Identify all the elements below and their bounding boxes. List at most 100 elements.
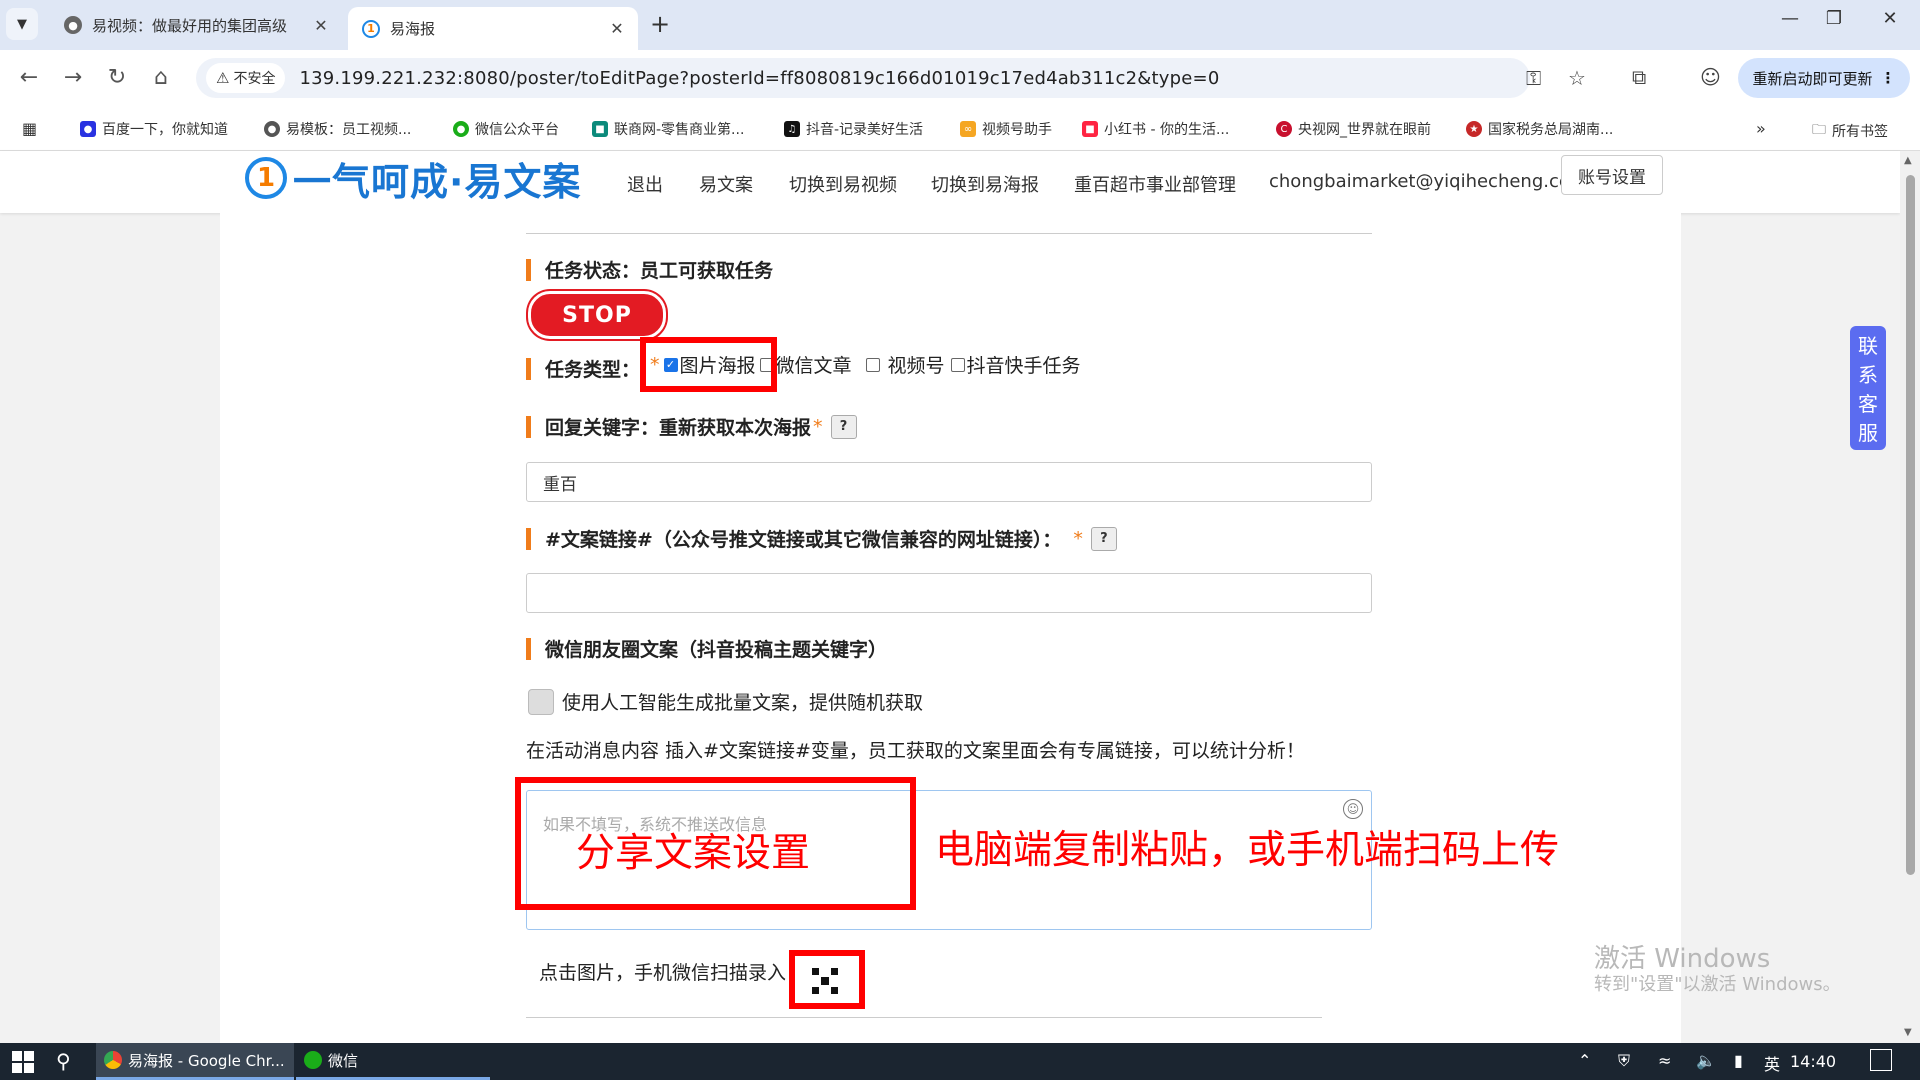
scroll-up-icon[interactable]: ▲ <box>1904 155 1912 166</box>
ai-generate-toggle[interactable] <box>528 688 554 715</box>
bookmark-label: 易模板：员工视频... <box>286 122 412 138</box>
bookmark-label: 视频号助手 <box>982 122 1052 138</box>
help-question-icon[interactable]: ? <box>830 414 857 439</box>
bookmark-label: 抖音-记录美好生活 <box>806 122 924 138</box>
chrome-icon <box>104 1051 122 1069</box>
copy-link-label: #文案链接#（公众号推文链接或其它微信兼容的网址链接）： * ? <box>526 525 1117 552</box>
contact-char: 系 <box>1858 363 1878 387</box>
windows-start-icon[interactable] <box>12 1051 34 1073</box>
taskbar-wechat[interactable]: 微信 <box>296 1043 490 1080</box>
notification-icon[interactable] <box>1870 1049 1892 1071</box>
nav-yiwenan[interactable]: 易文案 <box>699 171 753 197</box>
bookmark-douyin[interactable]: ♫ 抖音-记录美好生活 <box>784 119 923 139</box>
extensions-puzzle-icon[interactable]: ⧉ <box>1632 65 1646 89</box>
window-close-icon[interactable]: ✕ <box>1870 8 1910 29</box>
site-logo[interactable]: 1 一气呵成·易文案 <box>245 153 581 204</box>
option-label[interactable]: 微信文章 <box>776 351 852 378</box>
address-bar[interactable]: ⚠ 不安全 139.199.221.232:8080/poster/toEdit… <box>196 58 1586 98</box>
forward-arrow-icon[interactable]: → <box>58 65 88 90</box>
close-icon[interactable]: ✕ <box>604 19 630 38</box>
taskbar-chrome[interactable]: 易海报 - Google Chr... <box>96 1043 294 1080</box>
windows-taskbar: ⚲ 易海报 - Google Chr... 微信 ⌃ ⛨ ≈ 🔈 ▮ 英 14:… <box>0 1043 1920 1080</box>
scroll-down-icon[interactable]: ▼ <box>1904 1027 1912 1038</box>
bookmark-channels[interactable]: ∞ 视频号助手 <box>960 119 1052 139</box>
tray-expand-icon[interactable]: ⌃ <box>1578 1051 1591 1070</box>
update-button-label: 重新启动即可更新 <box>1752 69 1873 88</box>
update-restart-button[interactable]: 重新启动即可更新 ⋮ <box>1738 58 1910 98</box>
back-arrow-icon[interactable]: ← <box>14 65 44 90</box>
bookmark-label: 百度一下，你就知道 <box>102 122 228 138</box>
more-vertical-icon: ⋮ <box>1880 69 1896 87</box>
bookmark-xiaohongshu[interactable]: ■ 小红书 - 你的生活... <box>1082 119 1229 139</box>
profile-avatar-icon[interactable]: ☺ <box>1700 65 1721 89</box>
key-icon[interactable]: ⚿ <box>1526 66 1541 90</box>
copy-link-input[interactable] <box>526 573 1372 613</box>
bookmark-cctv[interactable]: C 央视网_世界就在眼前 <box>1276 119 1431 139</box>
edit-form-panel: 任务状态：员工可获取任务 STOP 任务类型： * ✓ 图片海报 微信文章 视频… <box>220 213 1681 1043</box>
clock-time[interactable]: 14:40 <box>1790 1052 1836 1071</box>
security-indicator[interactable]: ⚠ 不安全 <box>206 63 286 93</box>
nav-logout[interactable]: 退出 <box>627 171 663 197</box>
account-settings-button[interactable]: 账号设置 <box>1561 155 1663 195</box>
ime-indicator[interactable]: 英 <box>1764 1051 1780 1075</box>
divider <box>526 233 1372 234</box>
warning-triangle-icon: ⚠ <box>216 69 230 87</box>
all-bookmarks[interactable]: 🗀 所有书签 <box>1812 119 1888 143</box>
network-icon[interactable]: ≈ <box>1658 1051 1671 1070</box>
checkbox-channels[interactable] <box>865 357 880 372</box>
task-status-label: 任务状态：员工可获取任务 <box>526 256 773 283</box>
copy-link-hint: 在活动消息内容 插入#文案链接#变量，员工获取的文案里面会有专属链接，可以统计分… <box>526 740 1305 762</box>
wechat-icon <box>304 1051 322 1069</box>
moments-copy-label: 微信朋友圈文案（抖音投稿主题关键字） <box>526 635 887 662</box>
nav-switch-yihaibao[interactable]: 切换到易海报 <box>931 171 1039 197</box>
search-icon[interactable]: ⚲ <box>56 1049 71 1073</box>
volume-muted-icon[interactable]: 🔈 <box>1696 1051 1716 1070</box>
tab-yishipin[interactable]: ● 易视频：做最好用的集团高级 ✕ <box>50 7 342 43</box>
bookmark-tax[interactable]: ★ 国家税务总局湖南... <box>1466 119 1613 139</box>
checkbox-douyin-kuaishou[interactable] <box>950 357 965 372</box>
bookmark-yimuban[interactable]: ● 易模板：员工视频... <box>264 119 411 139</box>
xiaohongshu-icon: ■ <box>1082 121 1098 137</box>
more-bookmarks-icon[interactable]: » <box>1756 119 1766 138</box>
close-icon[interactable]: ✕ <box>308 16 334 35</box>
contact-char: 联 <box>1858 334 1878 358</box>
tab-search-chevron-icon[interactable]: ▼ <box>6 8 38 40</box>
option-label[interactable]: 抖音快手任务 <box>967 351 1081 378</box>
bookmark-linkshop[interactable]: ■ 联商网-零售商业第... <box>592 119 744 139</box>
nav-account-email[interactable]: chongbaimarket@yiqihecheng.cc <box>1269 171 1569 192</box>
section-marker <box>526 357 531 380</box>
taskbar-app-label: 易海报 - Google Chr... <box>128 1051 285 1070</box>
stop-button[interactable]: STOP <box>528 291 666 339</box>
scroll-thumb[interactable] <box>1906 175 1915 875</box>
option-label[interactable]: 视频号 <box>888 351 945 378</box>
cctv-icon: C <box>1276 121 1292 137</box>
reload-icon[interactable]: ↻ <box>102 65 132 90</box>
page-scrollbar[interactable]: ▲ ▼ <box>1900 151 1920 1043</box>
tab-yihaibao[interactable]: 1 易海报 ✕ <box>348 7 638 50</box>
new-tab-plus-icon[interactable]: + <box>650 10 670 38</box>
ai-generate-label: 使用人工智能生成批量文案，提供随机获取 <box>562 692 924 714</box>
restore-icon[interactable]: ❐ <box>1814 8 1854 29</box>
nav-switch-yishipin[interactable]: 切换到易视频 <box>789 171 897 197</box>
security-shield-icon[interactable]: ⛨ <box>1618 1051 1630 1071</box>
logo-badge-icon: 1 <box>245 157 287 199</box>
emoji-smile-icon[interactable]: ☺ <box>1343 799 1363 819</box>
nav-chongbai-manage[interactable]: 重百超市事业部管理 <box>1074 171 1236 197</box>
help-question-icon[interactable]: ? <box>1090 526 1117 551</box>
url-text[interactable]: 139.199.221.232:8080/poster/toEditPage?p… <box>299 68 1219 89</box>
bookmark-wechat-mp[interactable]: ● 微信公众平台 <box>453 119 559 139</box>
bookmark-label: 微信公众平台 <box>475 122 559 138</box>
contact-support-button[interactable]: 联 系 客 服 <box>1850 326 1886 450</box>
home-icon[interactable]: ⌂ <box>146 65 176 90</box>
apps-grid-icon[interactable]: ▦ <box>22 119 37 138</box>
section-marker <box>526 258 531 281</box>
battery-icon[interactable]: ▮ <box>1734 1051 1743 1070</box>
section-marker <box>526 415 531 438</box>
reply-keyword-input[interactable]: 重百 <box>526 462 1372 502</box>
minimize-icon[interactable]: — <box>1770 8 1810 29</box>
star-bookmark-icon[interactable]: ☆ <box>1568 66 1586 90</box>
ai-generate-option[interactable]: 使用人工智能生成批量文案，提供随机获取 <box>528 688 923 715</box>
task-status-text: 任务状态：员工可获取任务 <box>545 260 774 282</box>
bookmark-baidu[interactable]: ● 百度一下，你就知道 <box>80 119 228 139</box>
baidu-paw-icon: ● <box>80 121 96 137</box>
